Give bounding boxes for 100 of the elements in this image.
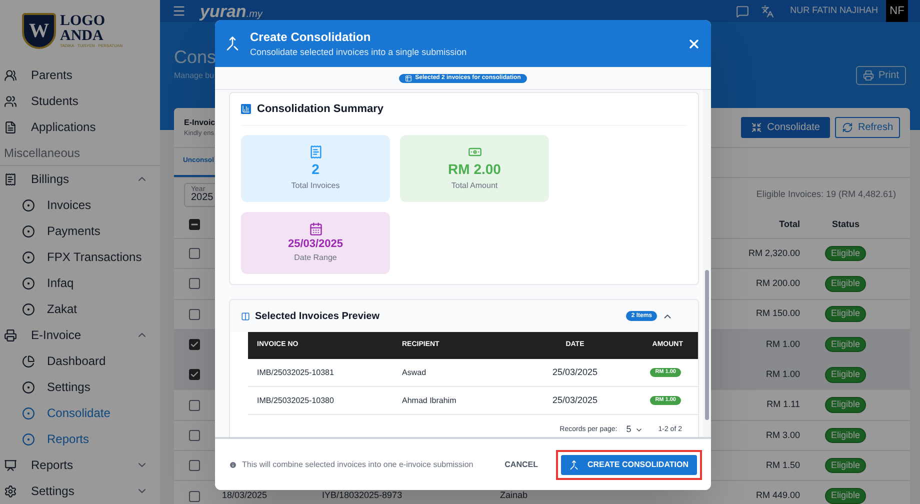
circle-dot-icon (22, 406, 35, 420)
user-avatar[interactable]: NF (886, 0, 908, 22)
sidebar-item[interactable]: Applications (0, 114, 160, 140)
page-title: Cons (174, 48, 216, 66)
merge-icon (225, 36, 240, 51)
translate-icon[interactable] (761, 4, 774, 18)
checkbox[interactable] (188, 278, 200, 290)
consolidate-button[interactable]: Consolidate (741, 117, 830, 138)
sidebar-subitem[interactable]: Zakat (0, 296, 160, 322)
circle-dot-icon (22, 276, 35, 290)
sidebar-item[interactable]: Reports (0, 452, 160, 478)
table-cell-text: RM 2,320.00 (747, 246, 801, 260)
column-header: Status (831, 218, 861, 231)
columns-icon (241, 312, 250, 320)
dialog-subtitle: Consolidate selected invoices into a single submission (250, 46, 468, 59)
caret-icon (635, 426, 644, 434)
status-badge: Eligible (825, 246, 866, 262)
status-badge: Eligible (825, 397, 866, 413)
document-icon (4, 120, 17, 134)
status-badge: Eligible (825, 276, 866, 292)
menu-icon[interactable] (172, 4, 186, 18)
sidebar-subitem[interactable]: Settings (0, 374, 160, 400)
logo-text: ANDA (60, 29, 104, 44)
sidebar-item[interactable]: E-Invoice (0, 322, 160, 348)
page-subtitle: Manage bu (174, 70, 216, 82)
per-page-select[interactable]: 5 (626, 423, 644, 437)
status-badge: Eligible (825, 428, 866, 444)
chat-icon[interactable] (736, 4, 750, 18)
info-icon (229, 460, 237, 468)
printer-icon (4, 328, 17, 342)
table-cell-text: Aswad (401, 366, 428, 378)
circle-dot-icon (22, 380, 35, 394)
table-cell-text: IMB/25032025-10381 (256, 366, 335, 378)
refresh-button[interactable]: Refresh (834, 117, 900, 138)
merge-icon (569, 460, 580, 470)
table-cell-text: RM 1.11 (766, 398, 801, 412)
table-cell-text: RM 1.50 (764, 458, 801, 472)
check-icon (190, 340, 198, 350)
table-cell-text: 25/03/2025 (551, 394, 599, 407)
checkbox[interactable] (188, 460, 200, 472)
stat-value: RM 2.00 (448, 160, 501, 179)
sidebar-item[interactable]: Settings (0, 478, 160, 504)
check-icon (190, 370, 198, 380)
table-cell-text: RM 200.00 (754, 277, 801, 290)
sidebar-subitem[interactable]: Invoices (0, 192, 160, 218)
sidebar-subitem[interactable]: FPX Transactions (0, 244, 160, 270)
scrollbar-thumb[interactable] (705, 270, 709, 420)
user-name: NUR FATIN NAJIHAH (790, 4, 878, 18)
checkbox[interactable] (188, 308, 200, 320)
sidebar-item[interactable]: Parents (0, 62, 160, 88)
status-badge: Eligible (825, 306, 866, 322)
status-badge: Eligible (825, 488, 866, 504)
status-badge: Eligible (825, 458, 866, 474)
sidebar-subitem[interactable]: Dashboard (0, 348, 160, 374)
checkbox[interactable] (188, 369, 200, 380)
status-badge: Eligible (825, 367, 866, 383)
brand-logo: yuran.my (200, 2, 262, 20)
calendar-icon (308, 222, 322, 236)
table-cell-text: RM 1.00 (764, 368, 801, 382)
sidebar-subitem[interactable]: Infaq (0, 270, 160, 296)
table-cell-text: RM 3.00 (764, 428, 801, 442)
section-title: Consolidation Summary (257, 102, 384, 117)
circle-dot-icon (22, 198, 35, 212)
dialog-title: Create Consolidation (250, 28, 372, 46)
sidebar-subitem[interactable]: Payments (0, 218, 160, 244)
sidebar-item[interactable]: Students (0, 88, 160, 114)
sidebar-item[interactable]: Billings (0, 166, 160, 192)
status-badge: Eligible (825, 336, 866, 352)
checkbox[interactable] (188, 400, 200, 411)
table-cell-text: IMB/25032025-10380 (256, 394, 335, 406)
logo-text: LOGO (60, 14, 106, 29)
section-label: Miscellaneous (4, 144, 80, 162)
eligible-summary: Eligible Invoices: 19 (RM 4,482.61) (756, 188, 896, 201)
cancel-button[interactable]: CANCEL (498, 452, 544, 476)
sidebar-subitem[interactable]: Reports (0, 426, 160, 452)
circle-dot-icon (22, 302, 35, 316)
sidebar-subitem[interactable]: Consolidate (0, 400, 160, 426)
receipt-icon (4, 172, 17, 186)
shrink-icon (751, 122, 762, 133)
logo-letter: W (29, 19, 49, 44)
table-cell: Zainab (500, 490, 528, 500)
presentation-icon (4, 458, 17, 472)
close-icon[interactable] (687, 36, 701, 50)
table-cell-text: RM 150.00 (754, 307, 801, 320)
printer-icon (863, 70, 874, 81)
checkbox[interactable] (188, 219, 200, 230)
banknote-icon (468, 145, 482, 159)
table-cell-text: 25/03/2025 (551, 366, 599, 379)
checkbox[interactable] (188, 248, 200, 260)
table-cell-text: RM 1.00 (764, 338, 801, 351)
stat-value: 25/03/2025 (288, 236, 344, 252)
stat-label: Date Range (294, 252, 337, 264)
parents-icon (4, 68, 17, 82)
refresh-icon (842, 122, 853, 133)
checkbox[interactable] (188, 490, 200, 502)
card-title: E-Invoic (184, 116, 216, 129)
circle-dot-icon (22, 224, 35, 238)
checkbox[interactable] (188, 339, 200, 350)
create-consolidation-button[interactable]: CREATE CONSOLIDATION (561, 454, 697, 474)
checkbox[interactable] (188, 430, 200, 441)
